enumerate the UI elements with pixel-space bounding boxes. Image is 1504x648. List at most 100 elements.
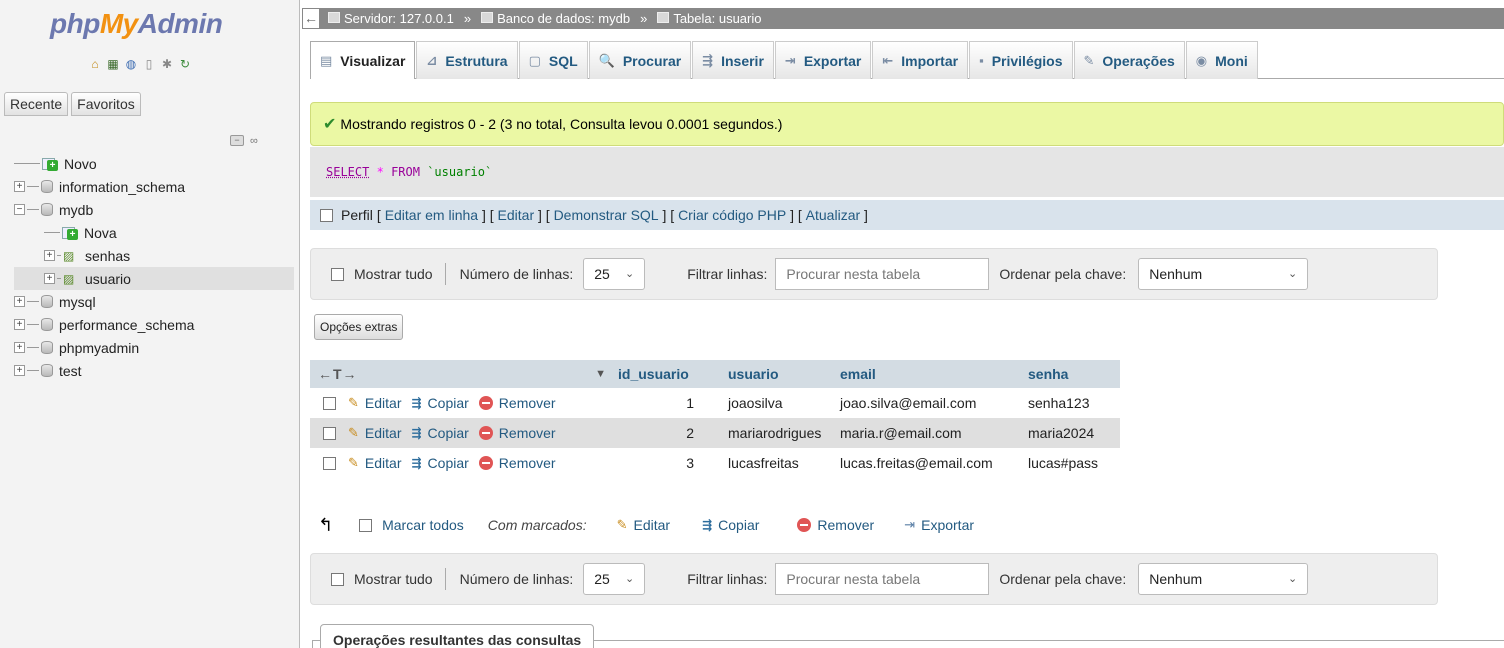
copy-row-button[interactable]: ⇶ Copiar bbox=[411, 455, 468, 471]
tree-item-mydb[interactable]: − mydb bbox=[14, 198, 294, 221]
cell-senha[interactable]: maria2024 bbox=[1028, 425, 1120, 441]
edit-inline-link[interactable]: Editar em linha bbox=[385, 207, 478, 223]
rows-select[interactable]: 25 ⌄ bbox=[583, 258, 646, 290]
cell-email[interactable]: maria.r@email.com bbox=[840, 425, 1028, 441]
filter-input[interactable]: Procurar nesta tabela bbox=[775, 563, 990, 595]
cell-usuario[interactable]: joaosilva bbox=[728, 395, 840, 411]
home-icon[interactable]: ⌂ bbox=[88, 57, 102, 71]
copy-row-button[interactable]: ⇶ Copiar bbox=[411, 425, 468, 441]
sql-query-box[interactable]: SELECT * FROM `usuario` bbox=[310, 147, 1504, 197]
phpmyadmin-logo[interactable]: phpMyAdmin bbox=[50, 8, 223, 40]
expand-icon[interactable]: + bbox=[14, 365, 25, 376]
cell-email[interactable]: lucas.freitas@email.com bbox=[840, 455, 1028, 471]
tab-importar[interactable]: ⇤ Importar bbox=[872, 41, 969, 79]
reload-icon[interactable]: ↻ bbox=[178, 57, 192, 71]
recent-tab[interactable]: Recente bbox=[4, 92, 69, 116]
expand-icon[interactable]: + bbox=[14, 296, 25, 307]
edit-row-button[interactable]: ✎ Editar bbox=[348, 455, 401, 471]
extra-options-button[interactable]: Opções extras bbox=[314, 314, 404, 340]
create-php-link[interactable]: Criar código PHP bbox=[678, 207, 786, 223]
tree-item-usuario[interactable]: + ▨ usuario bbox=[14, 267, 294, 290]
row-checkbox[interactable] bbox=[322, 396, 336, 410]
expand-icon[interactable]: + bbox=[14, 342, 25, 353]
edit-row-button[interactable]: ✎ Editar bbox=[348, 395, 401, 411]
cell-email[interactable]: joao.silva@email.com bbox=[840, 395, 1028, 411]
column-header-id-usuario[interactable]: id_usuario bbox=[618, 366, 689, 382]
sql-keyword[interactable]: SELECT bbox=[326, 165, 369, 179]
expand-icon[interactable]: + bbox=[44, 250, 55, 261]
explain-sql-link[interactable]: Demonstrar SQL bbox=[554, 207, 659, 223]
settings-icon[interactable]: ✱ bbox=[160, 57, 174, 71]
column-header-senha[interactable]: senha bbox=[1028, 366, 1068, 382]
column-header-usuario[interactable]: usuario bbox=[728, 366, 779, 382]
filter-input[interactable]: Procurar nesta tabela bbox=[775, 258, 990, 290]
tree-item-new-table[interactable]: + Nova bbox=[14, 221, 294, 244]
tree-item-senhas[interactable]: + ▨ senhas bbox=[14, 244, 294, 267]
edit-query-link[interactable]: Editar bbox=[498, 207, 535, 223]
tab-monitor[interactable]: ◉ Moni bbox=[1185, 41, 1258, 79]
database-icon[interactable]: ▦ bbox=[106, 57, 120, 71]
collapse-icon[interactable]: − bbox=[14, 204, 25, 215]
pencil-icon: ✎ bbox=[348, 455, 359, 470]
favorites-tab[interactable]: Favoritos bbox=[71, 92, 141, 116]
show-all-checkbox[interactable] bbox=[331, 572, 344, 586]
tab-inserir[interactable]: ⇶ Inserir bbox=[692, 41, 774, 79]
cell-senha[interactable]: senha123 bbox=[1028, 395, 1120, 411]
sort-label: Ordenar pela chave: bbox=[999, 266, 1127, 282]
bulk-export-button[interactable]: ⇥ Exportar bbox=[904, 517, 974, 533]
bulk-remove-button[interactable]: Remover bbox=[797, 517, 874, 533]
tab-estrutura[interactable]: ⊿ Estrutura bbox=[416, 41, 518, 79]
tree-item-label: phpmyadmin bbox=[59, 339, 140, 356]
docs-icon[interactable]: ▯ bbox=[142, 57, 156, 71]
tree-item-test[interactable]: + test bbox=[14, 359, 294, 382]
cell-id-usuario[interactable]: 1 bbox=[618, 395, 700, 411]
rows-select[interactable]: 25 ⌄ bbox=[583, 563, 646, 595]
sort-select[interactable]: Nenhum ⌄ bbox=[1138, 258, 1309, 290]
cell-usuario[interactable]: mariarodrigues bbox=[728, 425, 840, 441]
collapse-all-icon[interactable]: − bbox=[230, 135, 244, 146]
tree-item-performance-schema[interactable]: + performance_schema bbox=[14, 313, 294, 336]
tree-item-phpmyadmin[interactable]: + phpmyadmin bbox=[14, 336, 294, 359]
copy-row-button[interactable]: ⇶ Copiar bbox=[411, 395, 468, 411]
profile-checkbox[interactable] bbox=[320, 208, 333, 222]
copy-icon: ⇶ bbox=[411, 396, 422, 410]
check-all-label[interactable]: Marcar todos bbox=[382, 517, 464, 533]
breadcrumb-server[interactable]: Servidor: 127.0.0.1 bbox=[328, 11, 454, 26]
breadcrumb-table[interactable]: Tabela: usuario bbox=[657, 11, 761, 26]
tab-operacoes[interactable]: ✎ Operações bbox=[1073, 41, 1185, 79]
cell-senha[interactable]: lucas#pass bbox=[1028, 455, 1120, 471]
tab-procurar[interactable]: 🔍 Procurar bbox=[588, 41, 692, 79]
bulk-copy-button[interactable]: ⇶ Copiar bbox=[702, 517, 759, 533]
expand-icon[interactable]: + bbox=[14, 181, 25, 192]
expand-icon[interactable]: + bbox=[44, 273, 55, 284]
arrow-up-icon: ↰ bbox=[318, 514, 334, 535]
tree-item-new[interactable]: + Novo bbox=[14, 152, 294, 175]
expand-icon[interactable]: + bbox=[14, 319, 25, 330]
check-all-checkbox[interactable] bbox=[359, 518, 373, 532]
column-header-email[interactable]: email bbox=[840, 366, 876, 382]
tab-privilegios[interactable]: ▪ Privilégios bbox=[969, 41, 1073, 79]
refresh-link[interactable]: Atualizar bbox=[806, 207, 860, 223]
column-arrows-icon[interactable]: ←T→ bbox=[318, 366, 358, 382]
cell-id-usuario[interactable]: 3 bbox=[618, 455, 700, 471]
row-checkbox[interactable] bbox=[322, 456, 336, 470]
breadcrumb-database[interactable]: Banco de dados: mydb bbox=[481, 11, 630, 26]
remove-row-button[interactable]: Remover bbox=[478, 455, 556, 471]
edit-row-button[interactable]: ✎ Editar bbox=[348, 425, 401, 441]
remove-row-button[interactable]: Remover bbox=[478, 395, 556, 411]
remove-row-button[interactable]: Remover bbox=[478, 425, 556, 441]
link-with-main-icon[interactable]: ∞ bbox=[250, 135, 258, 147]
sort-select[interactable]: Nenhum ⌄ bbox=[1138, 563, 1309, 595]
back-arrow-icon[interactable]: ← bbox=[302, 8, 320, 29]
bulk-edit-button[interactable]: ✎ Editar bbox=[617, 517, 670, 533]
cell-usuario[interactable]: lucasfreitas bbox=[728, 455, 840, 471]
help-icon[interactable]: ◍ bbox=[124, 57, 138, 71]
tree-item-information-schema[interactable]: + information_schema bbox=[14, 175, 294, 198]
show-all-checkbox[interactable] bbox=[331, 267, 344, 281]
tab-exportar[interactable]: ⇥ Exportar bbox=[774, 41, 872, 79]
tab-visualizar[interactable]: ▤ Visualizar bbox=[310, 41, 416, 79]
tree-item-mysql[interactable]: + mysql bbox=[14, 290, 294, 313]
tab-sql[interactable]: ▢ SQL bbox=[518, 41, 588, 79]
row-checkbox[interactable] bbox=[322, 426, 336, 440]
cell-id-usuario[interactable]: 2 bbox=[618, 425, 700, 441]
